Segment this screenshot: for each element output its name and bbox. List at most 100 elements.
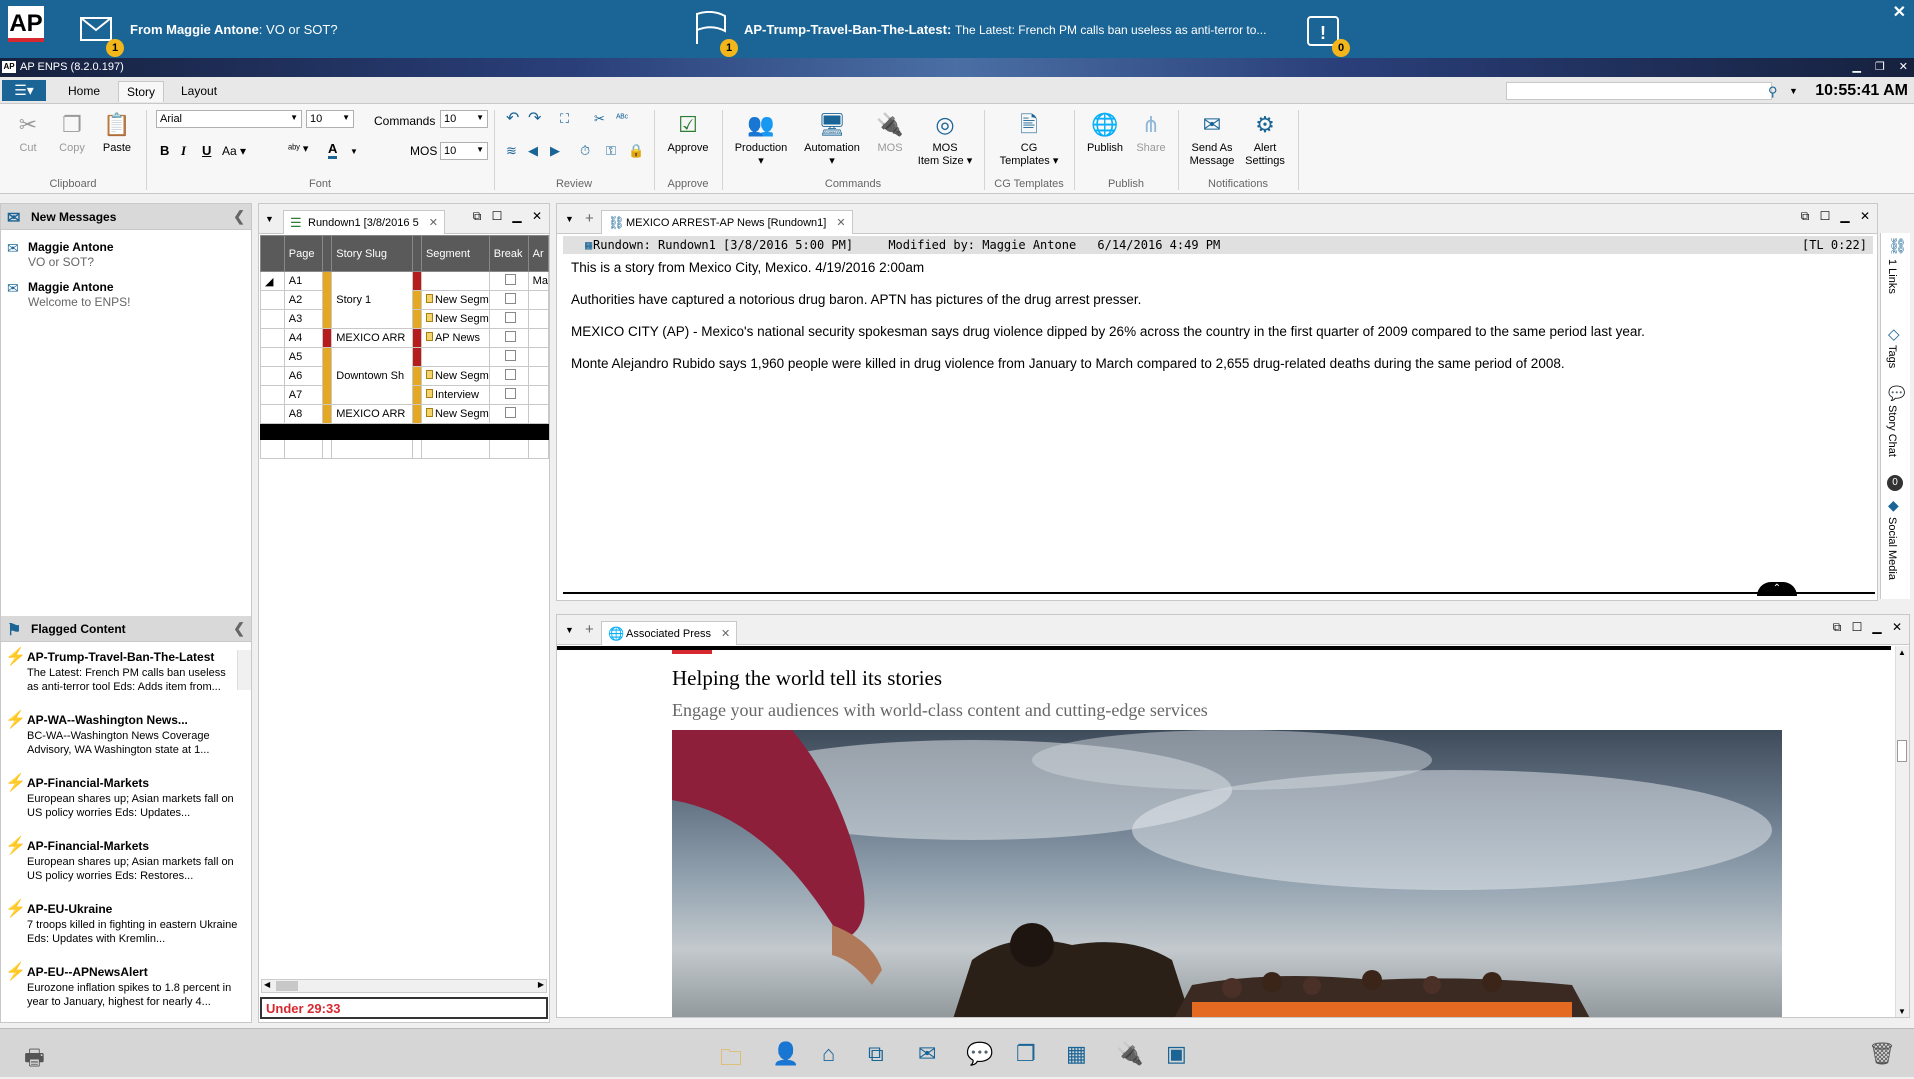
layers-icon[interactable]: ≋ xyxy=(506,144,517,158)
mos-size-select[interactable]: 10 ▼ xyxy=(440,142,488,160)
rail-social-media[interactable]: Social Media xyxy=(1886,517,1898,580)
windows-icon[interactable]: ❐ xyxy=(1016,1041,1036,1067)
flag-notification[interactable]: 1 AP-Trump-Travel-Ban-The-Latest: The La… xyxy=(694,0,1266,58)
break-cell[interactable] xyxy=(488,309,529,329)
break-checkbox[interactable] xyxy=(505,369,517,380)
chevron-down-icon[interactable]: ▼ xyxy=(1789,86,1798,96)
close-tab-icon[interactable]: ✕ xyxy=(721,628,730,640)
segment-cell[interactable]: New Segm xyxy=(420,366,490,386)
social-icon[interactable]: ◆ xyxy=(1888,497,1899,514)
column-header[interactable]: Page xyxy=(283,235,324,272)
break-cell[interactable] xyxy=(488,271,529,291)
horizontal-scrollbar[interactable]: ◀ ▶ xyxy=(261,979,547,993)
break-cell[interactable] xyxy=(488,290,529,310)
minimize-icon[interactable]: ▁ xyxy=(1839,210,1851,222)
folder-icon[interactable]: 🗀 xyxy=(720,1041,742,1079)
close-window-icon[interactable]: ✕ xyxy=(1899,60,1908,73)
redo-icon[interactable]: ↷ xyxy=(528,111,541,127)
tab-layout[interactable]: Layout xyxy=(181,84,217,98)
binoculars-icon[interactable]: ⛶ xyxy=(560,112,569,126)
trash-icon[interactable]: 🗑 xyxy=(1868,1041,1896,1067)
break-checkbox[interactable] xyxy=(505,274,517,285)
publish-button[interactable]: 🌐 Publish xyxy=(1080,110,1130,155)
extra-cell[interactable] xyxy=(527,347,550,367)
extra-cell[interactable] xyxy=(527,404,550,424)
column-header[interactable]: Ar xyxy=(527,235,550,272)
segment-cell[interactable]: New Segm xyxy=(420,404,490,424)
popout-icon[interactable]: ⧉ xyxy=(471,210,483,222)
bold-button[interactable]: B xyxy=(160,144,169,158)
table-row[interactable] xyxy=(260,439,550,459)
table-row[interactable]: A8 MEXICO ARR New Segm xyxy=(260,404,550,424)
mos-item-size-button[interactable]: ◎ MOS Item Size ▾ xyxy=(914,110,976,168)
font-size-select[interactable]: 10 ▼ xyxy=(306,110,354,128)
mos-button[interactable]: 🔌 MOS xyxy=(870,110,910,155)
scrollbar[interactable] xyxy=(237,650,251,690)
chevron-down-icon[interactable]: ▼ xyxy=(565,214,574,224)
story-tab[interactable]: ⛓ MEXICO ARREST-AP News [Rundown1] ✕ xyxy=(601,210,853,234)
mail-icon[interactable]: ✉ xyxy=(918,1041,936,1067)
timer-icon[interactable]: ⏱ xyxy=(580,144,590,158)
tab-home[interactable]: Home xyxy=(68,84,100,98)
segment-cell[interactable]: New Segm xyxy=(420,309,490,329)
story-body[interactable]: This is a story from Mexico City, Mexico… xyxy=(571,260,1861,388)
break-checkbox[interactable] xyxy=(505,407,517,418)
close-icon[interactable]: ✕ xyxy=(1859,210,1871,222)
scrollbar[interactable]: ▲ ▼ xyxy=(1895,646,1909,1017)
underline-button[interactable]: U xyxy=(202,144,211,158)
scroll-thumb[interactable] xyxy=(1897,740,1907,762)
contacts-icon[interactable]: 👤 xyxy=(772,1041,799,1067)
minimize-icon[interactable]: ▁ xyxy=(511,210,523,222)
rundown-tab[interactable]: ☰ Rundown1 [3/8/2016 5 ✕ xyxy=(283,210,445,234)
restore-icon[interactable]: ❐ xyxy=(1875,60,1885,73)
font-color-button[interactable]: A xyxy=(328,142,338,159)
close-tab-icon[interactable]: ✕ xyxy=(429,217,438,229)
break-cell[interactable] xyxy=(488,385,529,405)
page-cell[interactable]: A6 xyxy=(283,366,324,386)
extra-cell[interactable] xyxy=(527,290,550,310)
send-as-message-button[interactable]: ✉ Send As Message xyxy=(1184,110,1240,168)
column-header[interactable]: Story Slug xyxy=(331,235,413,272)
break-cell[interactable] xyxy=(488,366,529,386)
column-header[interactable] xyxy=(411,235,422,272)
share-button[interactable]: ⋔ Share xyxy=(1130,110,1172,155)
close-tab-icon[interactable]: ✕ xyxy=(836,217,845,229)
story-splitter[interactable] xyxy=(563,592,1875,594)
next-icon[interactable]: ▶ xyxy=(550,144,560,158)
hierarchy-icon[interactable]: ⧉ xyxy=(868,1041,884,1067)
scroll-right-icon[interactable]: ▶ xyxy=(538,980,544,989)
column-header[interactable]: Break xyxy=(488,235,529,272)
alert-notification[interactable]: ! 0 xyxy=(1306,0,1356,58)
spelling-icon[interactable]: ᴬᴮᶜ xyxy=(616,112,628,126)
add-tab-icon[interactable]: + xyxy=(585,621,594,638)
rail-links[interactable]: 1 Links xyxy=(1886,259,1898,294)
rail-story-chat[interactable]: Story Chat xyxy=(1886,405,1898,457)
chevron-down-icon[interactable]: ▼ xyxy=(565,625,574,635)
search-icon[interactable]: ⚲ xyxy=(1768,84,1778,100)
browser-window-icon[interactable]: ▣ xyxy=(1166,1041,1187,1067)
change-case-button[interactable]: Aa ▾ xyxy=(222,144,246,158)
break-cell[interactable] xyxy=(488,404,529,424)
break-cell[interactable] xyxy=(488,328,529,348)
lock-icon[interactable]: 🔒 xyxy=(628,144,644,158)
home-icon[interactable]: ⌂ xyxy=(822,1041,835,1067)
link-icon[interactable]: ⛓ xyxy=(1888,237,1907,255)
approve-button[interactable]: ☑ Approve xyxy=(660,110,716,155)
undo-icon[interactable]: ↶ xyxy=(506,111,519,127)
plug-icon[interactable]: 🔌 xyxy=(1116,1041,1143,1067)
print-icon[interactable]: 🖶 xyxy=(24,1041,45,1079)
minimize-icon[interactable]: ▁ xyxy=(1871,621,1883,633)
calendar-icon[interactable]: ▦ xyxy=(1066,1041,1087,1067)
extra-cell[interactable] xyxy=(527,328,550,348)
scroll-up-icon[interactable]: ▲ xyxy=(1898,648,1906,657)
break-cell[interactable] xyxy=(488,347,529,367)
scroll-left-icon[interactable]: ◀ xyxy=(264,980,270,989)
table-row[interactable]: ◢ A1 Story 1 Ma xyxy=(260,271,550,329)
rail-tags[interactable]: Tags xyxy=(1886,345,1898,368)
maximize-icon[interactable]: ☐ xyxy=(1819,210,1831,222)
slug-cell[interactable]: Downtown Sh xyxy=(331,347,413,405)
close-icon[interactable]: ✕ xyxy=(531,210,543,222)
page-cell[interactable]: A5 xyxy=(283,347,324,367)
chevron-down-icon[interactable]: ▼ xyxy=(350,145,358,159)
column-header[interactable] xyxy=(322,235,333,272)
